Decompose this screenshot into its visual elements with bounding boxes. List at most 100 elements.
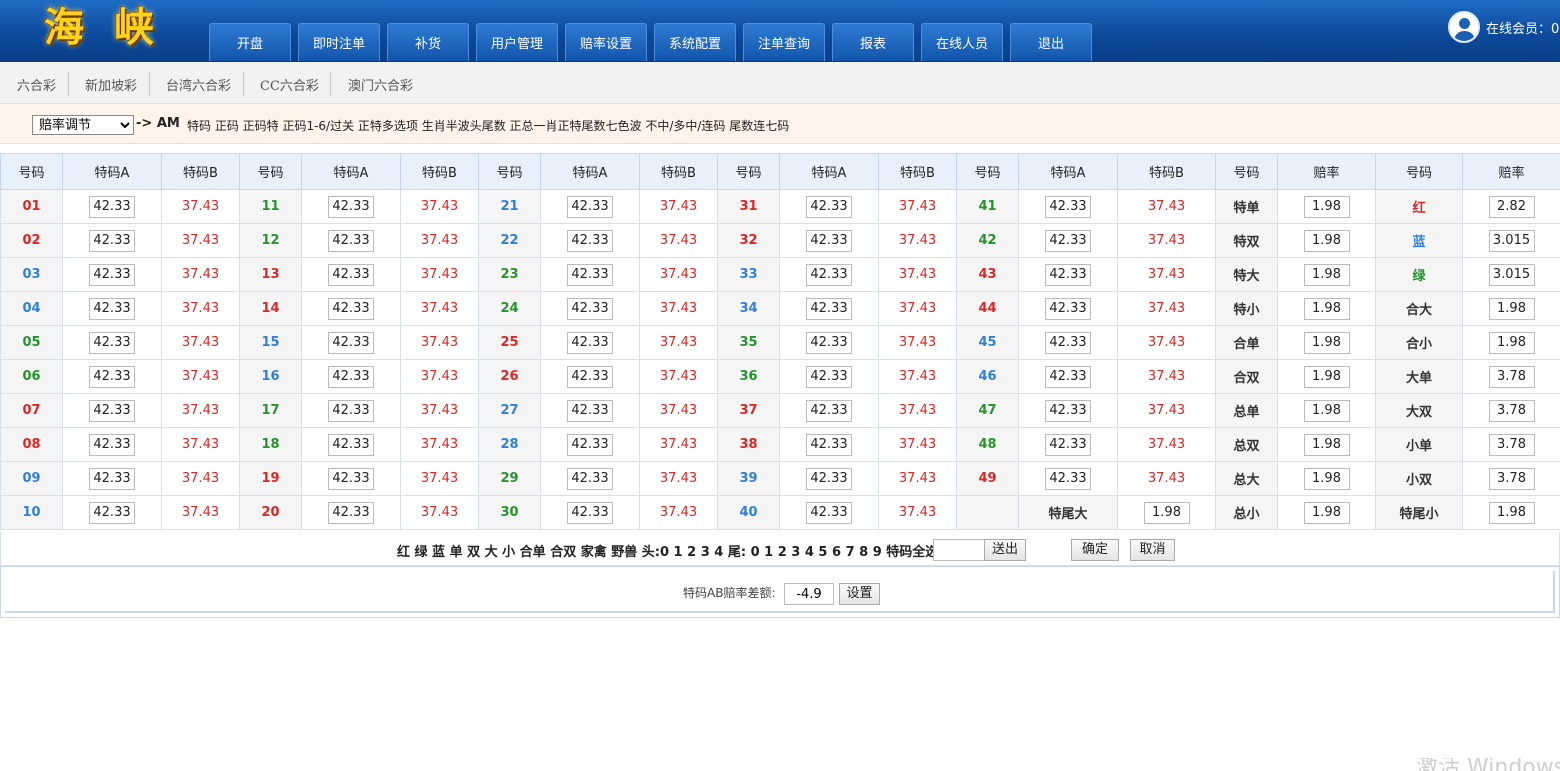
odds-input[interactable] xyxy=(328,365,374,388)
odds-input[interactable] xyxy=(89,467,135,490)
odds-input[interactable] xyxy=(567,263,613,286)
odds-input[interactable] xyxy=(1045,399,1091,422)
number-cell: 15 xyxy=(239,325,302,360)
odds-input[interactable] xyxy=(1303,365,1350,388)
odds-input[interactable] xyxy=(89,263,135,286)
odds-input[interactable] xyxy=(328,229,374,252)
odds-input[interactable] xyxy=(1303,399,1350,422)
quick-odds-input[interactable] xyxy=(933,539,985,561)
odds-input[interactable] xyxy=(806,297,852,320)
odds-input[interactable] xyxy=(1488,297,1535,320)
odds-cell xyxy=(1018,257,1118,292)
odds-input[interactable] xyxy=(1303,229,1350,252)
odds-cell xyxy=(1277,461,1376,496)
ab-diff-input[interactable] xyxy=(784,583,834,605)
odds-input[interactable] xyxy=(328,195,374,218)
odds-input[interactable] xyxy=(567,229,613,252)
odds-input[interactable] xyxy=(567,467,613,490)
odds-input[interactable] xyxy=(806,195,852,218)
odds-input[interactable] xyxy=(328,297,374,320)
odds-input[interactable] xyxy=(806,399,852,422)
odds-input[interactable] xyxy=(1045,263,1091,286)
odds-input[interactable] xyxy=(1303,263,1350,286)
odds-input[interactable] xyxy=(89,331,135,354)
cancel-button[interactable]: 取消 xyxy=(1130,539,1175,561)
nav-button[interactable]: 系统配置 xyxy=(654,23,736,61)
subnav-item[interactable]: 澳门六合彩 xyxy=(348,75,413,94)
nav-button[interactable]: 注单查询 xyxy=(743,23,825,61)
odds-input[interactable] xyxy=(328,399,374,422)
nav-button[interactable]: 补货 xyxy=(387,23,469,61)
odds-input[interactable] xyxy=(1488,263,1535,286)
odds-input[interactable] xyxy=(806,501,852,524)
nav-button[interactable]: 开盘 xyxy=(209,23,291,61)
odds-input[interactable] xyxy=(328,331,374,354)
subnav-item[interactable]: 台湾六合彩 xyxy=(166,75,231,94)
odds-input[interactable] xyxy=(1045,433,1091,456)
subnav-item[interactable]: 新加坡彩 xyxy=(85,75,137,94)
odds-input[interactable] xyxy=(1488,229,1535,252)
odds-input[interactable] xyxy=(1303,433,1350,456)
odds-input[interactable] xyxy=(89,229,135,252)
odds-input[interactable] xyxy=(328,501,374,524)
odds-input[interactable] xyxy=(1488,467,1535,490)
odds-input[interactable] xyxy=(1045,297,1091,320)
nav-button[interactable]: 用户管理 xyxy=(476,23,558,61)
odds-input[interactable] xyxy=(1303,297,1350,320)
odds-input[interactable] xyxy=(89,399,135,422)
odds-cell xyxy=(62,325,162,360)
odds-mode-select[interactable]: 赔率调节 xyxy=(32,115,134,135)
odds-input[interactable] xyxy=(1488,331,1535,354)
odds-input[interactable] xyxy=(806,467,852,490)
odds-input[interactable] xyxy=(328,433,374,456)
odds-input[interactable] xyxy=(567,433,613,456)
odds-input[interactable] xyxy=(89,501,135,524)
nav-button[interactable]: 退出 xyxy=(1010,23,1092,61)
odds-input[interactable] xyxy=(806,331,852,354)
odds-input[interactable] xyxy=(1303,331,1350,354)
odds-input[interactable] xyxy=(567,331,613,354)
column-header: 特码B xyxy=(161,153,240,190)
odds-input[interactable] xyxy=(89,365,135,388)
odds-input[interactable] xyxy=(1303,195,1350,218)
odds-input[interactable] xyxy=(567,297,613,320)
odds-input[interactable] xyxy=(1488,365,1535,388)
odds-input[interactable] xyxy=(89,195,135,218)
odds-input[interactable] xyxy=(328,263,374,286)
odds-input[interactable] xyxy=(567,365,613,388)
odds-input[interactable] xyxy=(1045,229,1091,252)
odds-input[interactable] xyxy=(1303,501,1350,524)
send-button[interactable]: 送出 xyxy=(984,539,1026,561)
odds-input[interactable] xyxy=(328,467,374,490)
set-button[interactable]: 设置 xyxy=(839,583,880,605)
odds-input[interactable] xyxy=(89,297,135,320)
odds-input[interactable] xyxy=(806,365,852,388)
odds-input[interactable] xyxy=(1045,467,1091,490)
odds-input[interactable] xyxy=(567,195,613,218)
nav-button[interactable]: 在线人员 xyxy=(921,23,1003,61)
odds-category-links[interactable]: 特码 正码 正码特 正码1-6/过关 正特多选项 生肖半波头尾数 正总一肖正特尾… xyxy=(187,117,789,134)
odds-input[interactable] xyxy=(806,229,852,252)
odds-input[interactable] xyxy=(1303,467,1350,490)
quick-select-options[interactable]: 红 绿 蓝 单 双 大 小 合单 合双 家禽 野兽 头:0 1 2 3 4 尾:… xyxy=(397,541,974,560)
odds-input[interactable] xyxy=(567,399,613,422)
odds-input[interactable] xyxy=(1045,365,1091,388)
odds-input[interactable] xyxy=(1488,433,1535,456)
odds-input[interactable] xyxy=(1488,399,1535,422)
odds-table: 号码 特码A 特码B 号码 特码A 特码B 号码 特码A 特码B 号码 特码A 特码B 号码 特码A 特码B… xyxy=(0,153,1560,530)
odds-input[interactable] xyxy=(89,433,135,456)
odds-input[interactable] xyxy=(1045,195,1091,218)
confirm-button[interactable]: 确定 xyxy=(1071,539,1119,561)
odds-input[interactable] xyxy=(567,501,613,524)
nav-button[interactable]: 报表 xyxy=(832,23,914,61)
odds-input[interactable] xyxy=(806,263,852,286)
odds-input[interactable] xyxy=(806,433,852,456)
nav-button[interactable]: 赔率设置 xyxy=(565,23,647,61)
odds-input[interactable] xyxy=(1488,195,1535,218)
subnav-item[interactable]: CC六合彩 xyxy=(260,75,319,94)
odds-input[interactable] xyxy=(1045,331,1091,354)
odds-input[interactable] xyxy=(1488,501,1535,524)
odds-input[interactable] xyxy=(1143,501,1190,524)
nav-button[interactable]: 即时注单 xyxy=(298,23,380,61)
subnav-item[interactable]: 六合彩 xyxy=(17,75,56,94)
